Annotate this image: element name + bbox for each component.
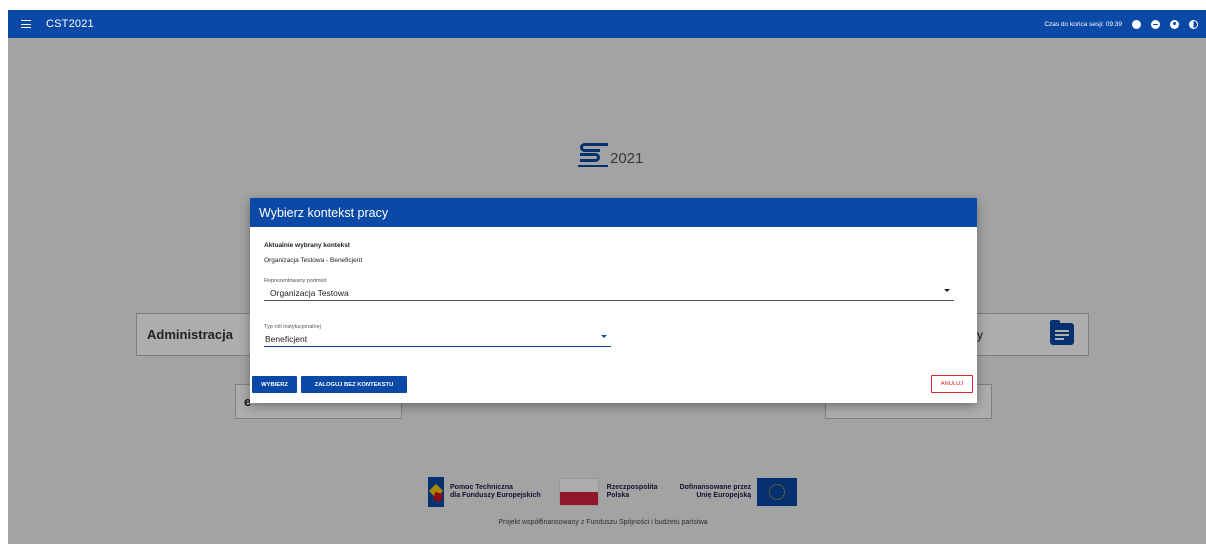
- top-app-bar: CST2021 Czas do końca sesji: 09:39: [8, 10, 1206, 38]
- dialog-title: Wybierz kontekst pracy: [250, 198, 977, 227]
- cancel-button[interactable]: ANULUJ: [931, 375, 973, 393]
- dialog-body: Aktualnie wybrany kontekst Organizacja T…: [250, 227, 977, 403]
- user-icon[interactable]: [1170, 19, 1179, 29]
- session-timer: Czas do końca sesji: 09:39: [1044, 20, 1122, 28]
- app-title[interactable]: CST2021: [46, 18, 94, 30]
- current-context-value: Organizacja Testowa - Beneficjent: [264, 257, 363, 264]
- institutional-role-select[interactable]: Typ roli instytucjonalnej Beneficjent: [264, 321, 611, 347]
- topbar-actions: Czas do końca sesji: 09:39: [1044, 19, 1198, 29]
- context-dialog: Wybierz kontekst pracy Aktualnie wybrany…: [250, 198, 977, 403]
- contrast-icon[interactable]: [1189, 19, 1198, 29]
- select-button[interactable]: WYBIERZ: [252, 376, 297, 393]
- institutional-role-label: Typ roli instytucjonalnej: [264, 324, 321, 330]
- chevron-down-icon: [944, 289, 950, 292]
- represented-entity-label: Reprezentowany podmiot: [264, 278, 327, 284]
- menu-icon[interactable]: [12, 10, 40, 38]
- institutional-role-value: Beneficjent: [265, 334, 308, 344]
- login-without-context-button[interactable]: ZALOGUJ BEZ KONTEKSTU: [301, 376, 407, 393]
- represented-entity-value: Organizacja Testowa: [270, 288, 349, 298]
- represented-entity-select[interactable]: Reprezentowany podmiot Organizacja Testo…: [264, 275, 954, 301]
- current-context-label: Aktualnie wybrany kontekst: [264, 242, 350, 249]
- globe-icon[interactable]: [1151, 19, 1160, 29]
- chevron-down-icon: [601, 335, 607, 338]
- clock-icon[interactable]: [1132, 19, 1141, 29]
